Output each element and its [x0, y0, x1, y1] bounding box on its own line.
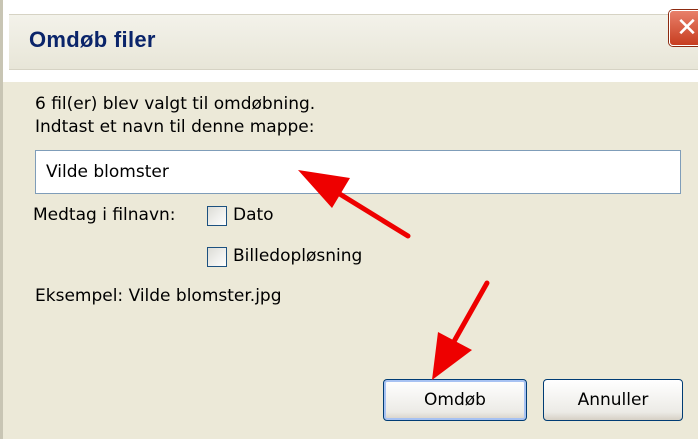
title-bar: Omdøb filer ✕ — [3, 0, 698, 82]
example-filename-text: Eksempel: Vilde blomster.jpg — [35, 286, 282, 306]
include-in-filename-label: Medtag i filnavn: — [33, 205, 176, 225]
dialog-title: Omdøb filer — [29, 27, 156, 52]
cancel-button[interactable]: Annuller — [543, 379, 683, 421]
resolution-checkbox[interactable] — [207, 247, 227, 267]
title-panel: Omdøb filer — [9, 14, 698, 70]
rename-dialog: Omdøb filer ✕ 6 fil(er) blev valgt til o… — [0, 0, 698, 439]
close-icon[interactable]: ✕ — [669, 10, 698, 46]
name-input[interactable]: Vilde blomster — [35, 150, 681, 194]
info-text-enter-name: Indtast et navn til denne mappe: — [35, 117, 315, 137]
date-checkbox-label[interactable]: Dato — [233, 205, 274, 225]
resolution-checkbox-label[interactable]: Billedopløsning — [233, 246, 362, 266]
date-checkbox[interactable] — [207, 206, 227, 226]
info-text-files-selected: 6 fil(er) blev valgt til omdøbning. — [35, 94, 316, 114]
rename-button[interactable]: Omdøb — [383, 379, 527, 421]
